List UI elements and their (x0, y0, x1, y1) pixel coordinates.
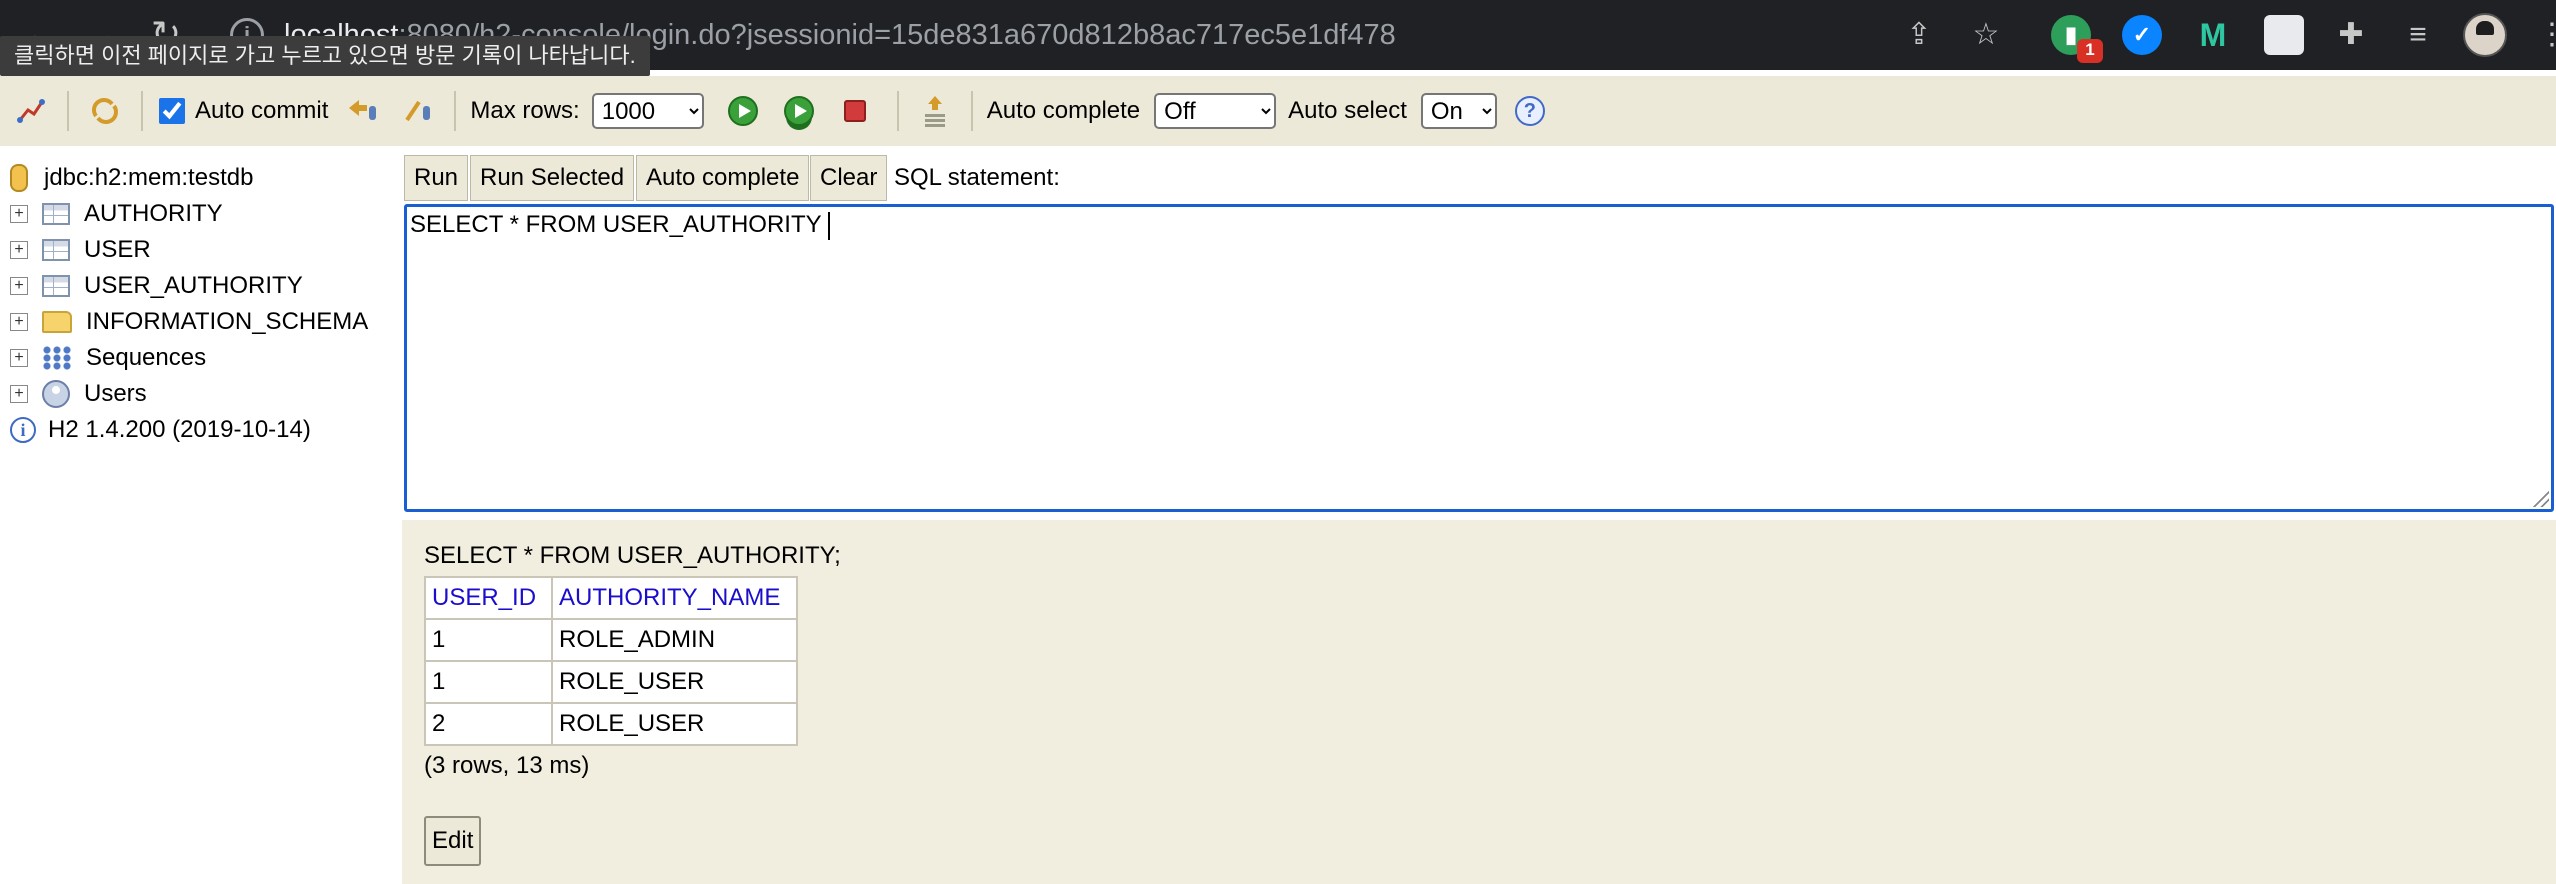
table-header-row: USER_ID AUTHORITY_NAME (424, 576, 798, 620)
refresh-icon[interactable] (88, 94, 122, 128)
auto-complete-select[interactable]: Off (1154, 93, 1277, 129)
version-text: H2 1.4.200 (2019-10-14) (48, 416, 311, 443)
max-rows-select[interactable]: 1000 (591, 93, 704, 129)
expand-icon[interactable]: + (10, 385, 28, 403)
result-statement: SELECT * FROM USER_AUTHORITY; (424, 542, 841, 569)
share-icon[interactable]: ⇪ (1899, 15, 1939, 55)
toolbar-divider (141, 91, 143, 131)
tree-connection[interactable]: jdbc:h2:mem:testdb (0, 161, 253, 195)
result-panel: SELECT * FROM USER_AUTHORITY; USER_ID AU… (402, 520, 2556, 884)
sql-text: SELECT * FROM USER_AUTHORITY (410, 211, 822, 238)
disconnect-icon[interactable] (14, 94, 48, 128)
tree-item-authority[interactable]: + AUTHORITY (0, 197, 223, 231)
browser-actions: ⇪ ☆ ▮ 1 ✓ M ✚ ≡ ⋮ (1888, 10, 2556, 63)
bookmark-star-icon[interactable]: ☆ (1966, 15, 2006, 55)
auto-complete-button[interactable]: Auto complete (636, 155, 810, 201)
h2-toolbar: Auto commit Max rows: 1000 Auto complete… (0, 76, 2556, 146)
table-icon (42, 275, 70, 297)
tree-item-user[interactable]: + USER (0, 233, 151, 267)
tree-item-label: Sequences (86, 344, 207, 371)
tree-item-label: AUTHORITY (84, 200, 223, 227)
expand-icon[interactable]: + (10, 205, 28, 223)
expand-icon[interactable]: + (10, 277, 28, 295)
tree-item-label: USER (84, 236, 151, 263)
extension-badge: 1 (2077, 39, 2103, 63)
sql-editor[interactable]: SELECT * FROM USER_AUTHORITY (404, 204, 2554, 512)
table-row: 1 ROLE_ADMIN (424, 618, 798, 662)
run-button[interactable]: Run (404, 155, 469, 201)
expand-icon[interactable]: + (10, 313, 28, 331)
extension-blue-check-icon[interactable]: ✓ (2122, 15, 2162, 55)
tree-item-user-authority[interactable]: + USER_AUTHORITY (0, 269, 303, 303)
table-cell: ROLE_USER (551, 660, 798, 704)
commit-icon[interactable] (401, 94, 435, 128)
tree-item-users[interactable]: + Users (0, 377, 147, 411)
toolbar-divider (970, 91, 973, 131)
extensions-puzzle-icon[interactable]: ✚ (2331, 15, 2371, 55)
table-icon (42, 239, 70, 261)
expand-icon[interactable]: + (10, 241, 28, 259)
cancel-statement-icon[interactable] (838, 94, 872, 128)
extension-m-icon[interactable]: M (2193, 15, 2233, 55)
table-cell: 2 (424, 702, 553, 746)
run-selected-button[interactable]: Run Selected (470, 155, 635, 201)
auto-commit-label: Auto commit (195, 97, 329, 124)
tree-version: i H2 1.4.200 (2019-10-14) (0, 413, 311, 447)
expand-icon[interactable]: + (10, 349, 28, 367)
sql-statement-label: SQL statement: (894, 164, 1060, 191)
column-header[interactable]: USER_ID (424, 576, 553, 620)
run-selected-icon[interactable] (782, 94, 816, 128)
result-table: USER_ID AUTHORITY_NAME 1 ROLE_ADMIN 1 RO… (424, 576, 798, 746)
help-icon[interactable]: ? (1514, 96, 1545, 126)
tree-item-label: INFORMATION_SCHEMA (86, 308, 369, 335)
table-cell: ROLE_USER (551, 702, 798, 746)
toolbar-divider (896, 91, 899, 131)
clear-button[interactable]: Clear (810, 155, 888, 201)
qr-code-icon[interactable] (2264, 15, 2304, 55)
back-button-tooltip: 클릭하면 이전 페이지로 가고 누르고 있으면 방문 기록이 나타납니다. (0, 36, 650, 76)
browser-menu-icon[interactable]: ⋮ (2532, 15, 2556, 55)
table-row: 2 ROLE_USER (424, 702, 798, 746)
run-icon[interactable] (726, 94, 760, 128)
tree-item-label: Users (84, 380, 147, 407)
object-tree: jdbc:h2:mem:testdb + AUTHORITY + USER + … (0, 146, 402, 884)
text-caret (827, 211, 830, 240)
toolbar-divider (454, 91, 457, 131)
resize-handle-icon[interactable] (2531, 489, 2549, 507)
max-rows-label: Max rows: (470, 97, 580, 124)
table-icon (42, 203, 70, 225)
table-cell: 1 (424, 618, 553, 662)
rollback-icon[interactable] (345, 94, 379, 128)
database-icon (10, 164, 28, 192)
media-playlist-icon[interactable]: ≡ (2398, 15, 2438, 55)
extension-green-icon[interactable]: ▮ 1 (2051, 15, 2103, 63)
tree-item-information-schema[interactable]: + INFORMATION_SCHEMA (0, 305, 368, 339)
history-icon[interactable] (918, 94, 952, 128)
result-summary: (3 rows, 13 ms) (424, 752, 590, 779)
sequences-icon (42, 346, 72, 370)
auto-complete-label: Auto complete (986, 97, 1141, 124)
query-panel: Run Run Selected Auto complete Clear SQL… (402, 146, 2556, 520)
table-row: 1 ROLE_USER (424, 660, 798, 704)
auto-commit-checkbox[interactable] (159, 98, 185, 124)
table-cell: ROLE_ADMIN (551, 618, 798, 662)
profile-avatar[interactable] (2463, 13, 2507, 57)
auto-select-label: Auto select (1288, 97, 1407, 124)
info-icon: i (10, 417, 36, 443)
tree-item-sequences[interactable]: + Sequences (0, 341, 206, 375)
column-header[interactable]: AUTHORITY_NAME (551, 576, 798, 620)
auto-select-select[interactable]: On (1420, 93, 1497, 129)
edit-button[interactable]: Edit (424, 816, 482, 866)
connection-url: jdbc:h2:mem:testdb (44, 164, 254, 191)
folder-icon (42, 311, 72, 333)
users-icon (42, 380, 70, 408)
toolbar-divider (67, 91, 69, 131)
tree-item-label: USER_AUTHORITY (84, 272, 303, 299)
table-cell: 1 (424, 660, 553, 704)
